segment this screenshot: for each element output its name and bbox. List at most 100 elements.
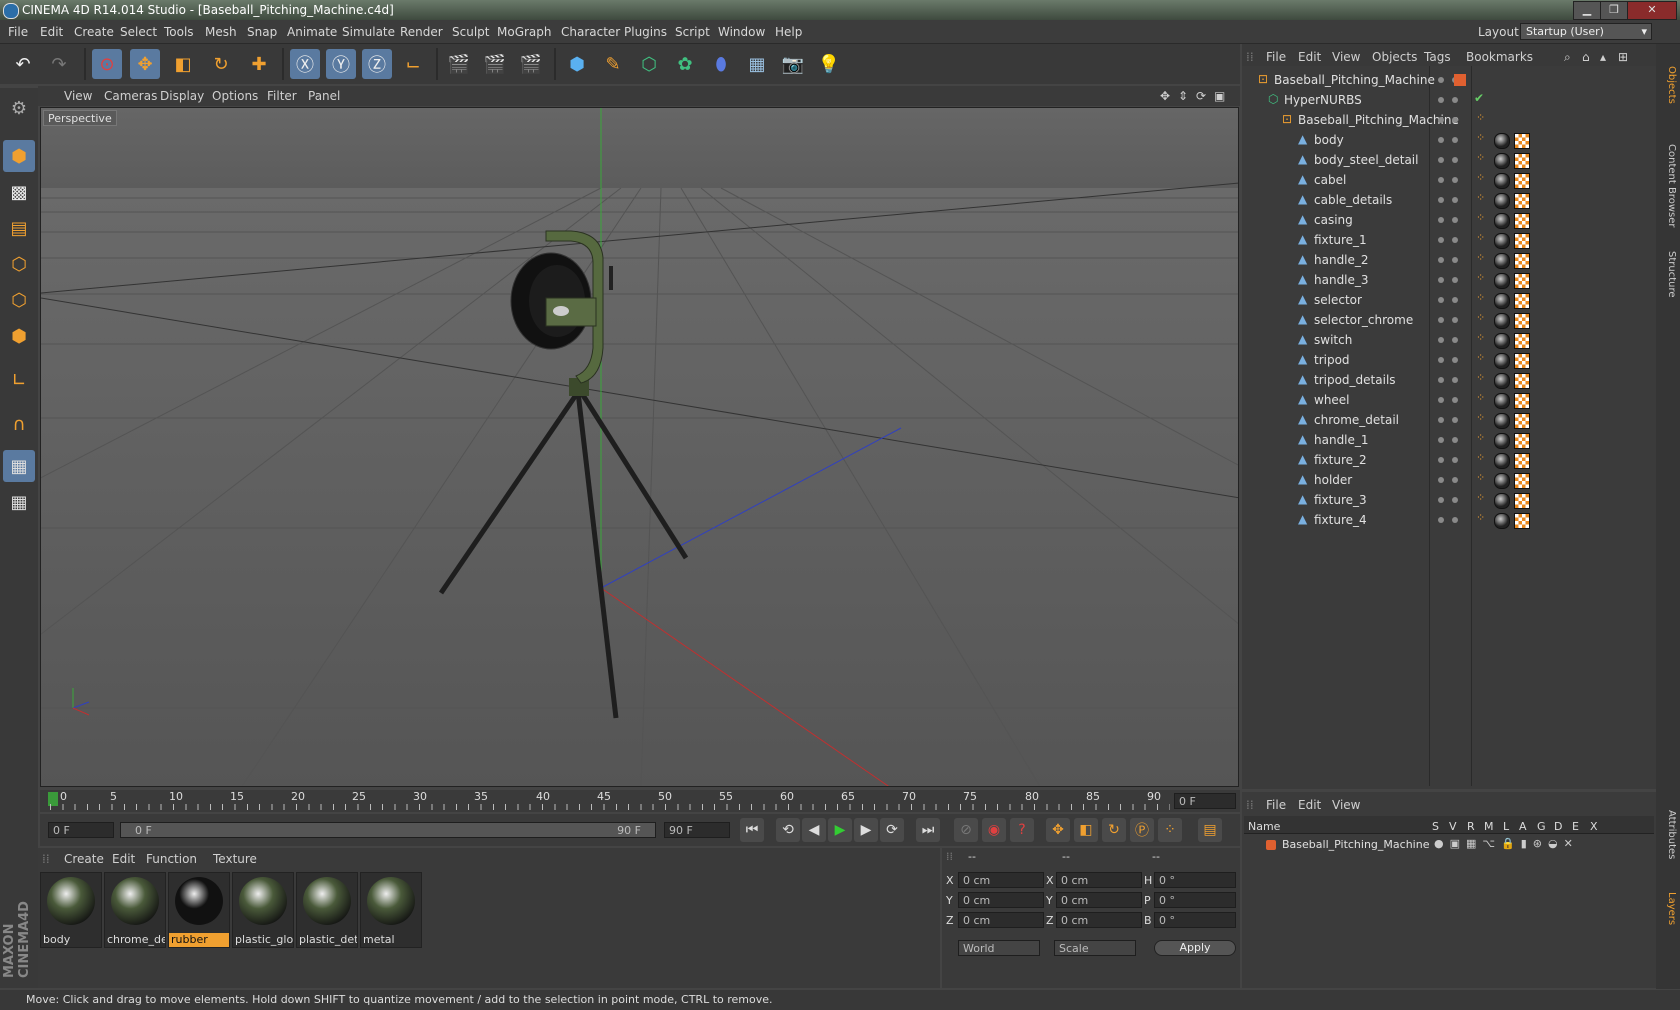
object-tree-row[interactable]: ▲ cable_details ⁘ — [1242, 190, 1656, 210]
home-icon[interactable]: ⌂ — [1582, 50, 1590, 64]
uvw-tag-icon[interactable] — [1514, 273, 1530, 289]
menu-script[interactable]: Script — [675, 25, 710, 39]
layer-color-icon[interactable] — [1454, 74, 1466, 86]
menu-select[interactable]: Select — [120, 25, 157, 39]
render-visibility-dot[interactable] — [1452, 297, 1458, 303]
object-tree-row[interactable]: ▲ selector_chrome ⁘ — [1242, 310, 1656, 330]
material-tag-icon[interactable] — [1494, 193, 1510, 209]
menu-mograph[interactable]: MoGraph — [497, 25, 552, 39]
phong-tag-icon[interactable]: ⁘ — [1476, 411, 1485, 424]
object-tree-row[interactable]: ▲ chrome_detail ⁘ — [1242, 410, 1656, 430]
render-visibility-dot[interactable] — [1452, 117, 1458, 123]
menu-edit[interactable]: Edit — [40, 25, 63, 39]
uvw-tag-icon[interactable] — [1514, 253, 1530, 269]
maximize-button[interactable]: ❐ — [1600, 1, 1628, 20]
previous-key-button[interactable]: ⟲ — [776, 818, 800, 842]
rotation-h-field[interactable]: 0 ° — [1154, 872, 1236, 888]
viewport-menu-panel[interactable]: Panel — [308, 89, 340, 103]
menu-file[interactable]: File — [8, 25, 28, 39]
editor-visibility-dot[interactable] — [1438, 517, 1444, 523]
light-button[interactable]: 💡 — [814, 49, 844, 79]
make-editable-button[interactable]: ⚙ — [3, 92, 35, 124]
uvw-tag-icon[interactable] — [1514, 413, 1530, 429]
editor-visibility-dot[interactable] — [1438, 477, 1444, 483]
object-menu-edit[interactable]: Edit — [1298, 50, 1321, 64]
redo-button[interactable]: ↷ — [44, 49, 74, 79]
object-menu-objects[interactable]: Objects — [1372, 50, 1417, 64]
editor-visibility-dot[interactable] — [1438, 137, 1444, 143]
material-tag-icon[interactable] — [1494, 133, 1510, 149]
rotation-b-field[interactable]: 0 ° — [1154, 912, 1236, 928]
z-axis-lock-button[interactable]: Ⓩ — [362, 49, 392, 79]
timeline-button[interactable]: ▤ — [1198, 818, 1222, 842]
object-tree-row[interactable]: ▲ body ⁘ — [1242, 130, 1656, 150]
start-frame-field[interactable]: 0 F — [48, 822, 114, 838]
material-tag-icon[interactable] — [1494, 233, 1510, 249]
editor-visibility-dot[interactable] — [1438, 417, 1444, 423]
close-button[interactable]: ✕ — [1627, 1, 1677, 20]
object-tree-row[interactable]: ▲ holder ⁘ — [1242, 470, 1656, 490]
render-visibility-dot[interactable] — [1452, 257, 1458, 263]
object-tree-group-row[interactable]: ⬡ HyperNURBS ✔ — [1242, 90, 1656, 110]
tab-attributes[interactable]: Attributes — [1659, 800, 1677, 870]
phong-tag-icon[interactable]: ⁘ — [1476, 151, 1485, 164]
material-tag-icon[interactable] — [1494, 253, 1510, 269]
material-swatch[interactable]: metal — [360, 872, 422, 948]
editor-visibility-dot[interactable] — [1438, 157, 1444, 163]
tab-content-browser[interactable]: Content Browser — [1659, 136, 1677, 236]
planar-workplane-button[interactable]: ▦ — [3, 486, 35, 518]
uvw-tag-icon[interactable] — [1514, 193, 1530, 209]
deformer-button[interactable]: ⬮ — [706, 49, 736, 79]
object-tree-row[interactable]: ▲ fixture_2 ⁘ — [1242, 450, 1656, 470]
tab-structure[interactable]: Structure — [1659, 244, 1677, 304]
keyframe-selection-button[interactable]: ? — [1010, 818, 1034, 842]
uvw-tag-icon[interactable] — [1514, 333, 1530, 349]
menu-mesh[interactable]: Mesh — [205, 25, 237, 39]
menu-animate[interactable]: Animate — [287, 25, 337, 39]
size-y-field[interactable]: 0 cm — [1056, 892, 1142, 908]
object-tree-row[interactable]: ▲ selector ⁘ — [1242, 290, 1656, 310]
render-visibility-dot[interactable] — [1452, 477, 1458, 483]
render-visibility-dot[interactable] — [1452, 457, 1458, 463]
editor-visibility-dot[interactable] — [1438, 217, 1444, 223]
material-tag-icon[interactable] — [1494, 373, 1510, 389]
render-visibility-dot[interactable] — [1452, 317, 1458, 323]
next-frame-button[interactable]: ▶ — [854, 818, 878, 842]
next-key-button[interactable]: ⟳ — [880, 818, 904, 842]
editor-visibility-dot[interactable] — [1438, 257, 1444, 263]
editor-visibility-dot[interactable] — [1438, 177, 1444, 183]
rotate-tool-button[interactable]: ↻ — [206, 49, 236, 79]
render-visibility-dot[interactable] — [1452, 177, 1458, 183]
material-tag-icon[interactable] — [1494, 333, 1510, 349]
search-icon[interactable]: ⌕ — [1564, 50, 1571, 65]
material-tag-icon[interactable] — [1494, 353, 1510, 369]
last-tool-button[interactable]: ✚ — [244, 49, 274, 79]
material-swatch[interactable]: plastic_det — [296, 872, 358, 948]
up-arrow-icon[interactable]: ▴ — [1600, 50, 1606, 64]
polygons-mode-button[interactable]: ⬢ — [3, 320, 35, 352]
coordinate-system-button[interactable]: ⌙ — [398, 49, 428, 79]
material-menu-function[interactable]: Function — [146, 852, 197, 866]
render-settings-button[interactable]: 🎬 — [516, 49, 546, 79]
menu-render[interactable]: Render — [400, 25, 443, 39]
uvw-tag-icon[interactable] — [1514, 293, 1530, 309]
editor-visibility-dot[interactable] — [1438, 437, 1444, 443]
material-menu-texture[interactable]: Texture — [213, 852, 257, 866]
workplane-mode-button[interactable]: ▤ — [3, 212, 35, 244]
phong-tag-icon[interactable]: ⁘ — [1476, 431, 1485, 444]
object-tree-group-row[interactable]: ⊡ Baseball_Pitching_Machine ⁘ — [1242, 110, 1656, 130]
material-swatch[interactable]: body — [40, 872, 102, 948]
phong-tag-icon[interactable]: ⁘ — [1476, 191, 1485, 204]
y-axis-lock-button[interactable]: Ⓨ — [326, 49, 356, 79]
phong-tag-icon[interactable]: ⁘ — [1476, 311, 1485, 324]
editor-visibility-dot[interactable] — [1438, 197, 1444, 203]
object-tree-row[interactable]: ▲ tripod_details ⁘ — [1242, 370, 1656, 390]
viewport-menu-options[interactable]: Options — [212, 89, 258, 103]
layer-row[interactable]: Baseball_Pitching_Machine ●▣▦⌥🔒▮⊛◒✕ — [1244, 836, 1654, 854]
editor-visibility-dot[interactable] — [1438, 497, 1444, 503]
size-mode-select[interactable]: Scale — [1054, 940, 1136, 956]
timeline-ruler[interactable]: 0 5 10 15 20 25 30 35 40 45 50 55 60 65 … — [40, 790, 1240, 812]
layout-select[interactable]: Startup (User) ▾ — [1520, 23, 1652, 40]
position-x-field[interactable]: 0 cm — [958, 872, 1044, 888]
material-tag-icon[interactable] — [1494, 413, 1510, 429]
